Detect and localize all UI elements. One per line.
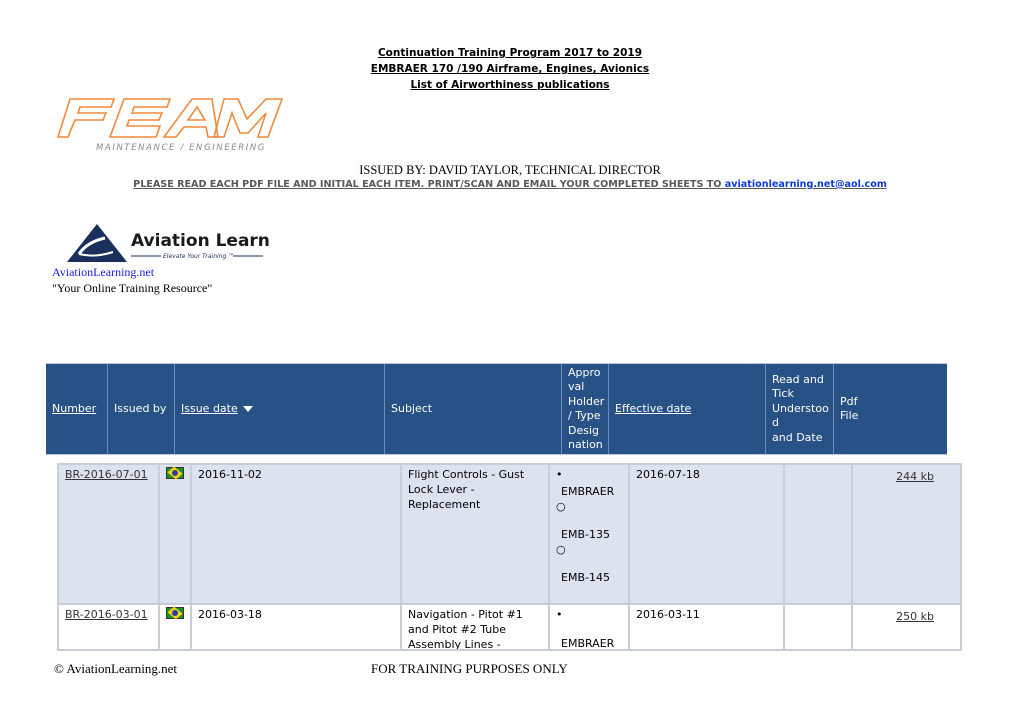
cell-issue-date: 2016-11-02 xyxy=(192,465,402,603)
column-header-effective-date[interactable]: Effective date xyxy=(609,364,766,454)
cell-approval-holder: • EMBRAER ○ EMB-135 ○ EMB-145 xyxy=(550,465,630,603)
title-line-1: Continuation Training Program 2017 to 20… xyxy=(377,47,643,59)
column-header-read-tick: Read and Tick Understoo d and Date xyxy=(766,364,834,454)
approval-holder-name: EMBRAER xyxy=(561,485,615,498)
table-row: BR-2016-07-01 2016-11-02 Flight Controls… xyxy=(59,465,960,605)
bullet-icon: • xyxy=(556,608,563,621)
cell-read-tick[interactable] xyxy=(785,465,853,603)
logo-wordmark: Aviation Learning xyxy=(131,231,270,251)
approval-holder-name: EMBRAER xyxy=(561,637,615,650)
bullet-icon: • xyxy=(556,468,563,481)
table-row: BR-2016-03-01 2016-03-18 Navigation - Pi… xyxy=(59,605,960,650)
cell-read-tick[interactable] xyxy=(785,605,853,649)
cell-pdf: 250 kb xyxy=(853,605,960,649)
cell-effective-date: 2016-03-11 xyxy=(630,605,785,649)
aviationlearning-tagline: "Your Online Training Resource" xyxy=(52,281,213,295)
email-link[interactable]: aviationlearning.net@aol.com xyxy=(725,179,887,190)
cell-issued-by xyxy=(160,605,192,649)
cell-number: BR-2016-07-01 xyxy=(59,465,160,603)
sub-bullet-icon: ○ xyxy=(556,500,566,513)
publication-number-link[interactable]: BR-2016-07-01 xyxy=(65,468,148,481)
column-header-issued-by: Issued by xyxy=(108,364,175,454)
cell-subject: Flight Controls - Gust Lock Lever - Repl… xyxy=(402,465,550,603)
sort-descending-icon[interactable] xyxy=(242,406,253,412)
feam-tagline: MAINTENANCE / ENGINEERING xyxy=(96,143,266,153)
cell-approval-holder: • EMBRAER xyxy=(550,605,630,650)
pdf-file-link[interactable]: 244 kb xyxy=(896,469,934,484)
column-header-number[interactable]: Number xyxy=(46,364,108,454)
cell-issued-by xyxy=(160,465,192,603)
pdf-file-link[interactable]: 250 kb xyxy=(896,609,934,624)
logo-tagline: Elevate Your Training ™ xyxy=(163,253,234,260)
aviationlearning-link[interactable]: AviationLearning.net xyxy=(52,265,154,280)
cell-issue-date: 2016-03-18 xyxy=(192,605,402,649)
instruction-body: PLEASE READ EACH PDF FILE AND INITIAL EA… xyxy=(133,179,725,190)
column-header-approval-holder: Appro val Holder / Type Desig nation xyxy=(562,364,609,454)
cell-number: BR-2016-03-01 xyxy=(59,605,160,649)
type-designation: EMB-135 xyxy=(561,528,610,541)
title-line-3: List of Airworthiness publications xyxy=(410,79,610,91)
column-header-subject: Subject xyxy=(385,364,562,454)
publication-number-link[interactable]: BR-2016-03-01 xyxy=(65,608,148,621)
brazil-flag-icon xyxy=(166,467,184,479)
table-header: Number Issued by Issue date Subject Appr… xyxy=(46,363,947,455)
title-line-2: EMBRAER 170 /190 Airframe, Engines, Avio… xyxy=(370,63,650,75)
cell-effective-date: 2016-07-18 xyxy=(630,465,785,603)
column-header-pdf-file: Pdf File xyxy=(840,394,859,423)
footer-copyright: © AviationLearning.net xyxy=(54,661,177,676)
column-header-issue-date[interactable]: Issue date xyxy=(175,364,385,454)
footer-notice: FOR TRAINING PURPOSES ONLY xyxy=(371,661,568,676)
feam-logo-letters xyxy=(56,98,284,138)
document-title: Continuation Training Program 2017 to 20… xyxy=(300,45,720,93)
issued-by: ISSUED BY: DAVID TAYLOR, TECHNICAL DIREC… xyxy=(359,163,661,177)
cell-pdf: 244 kb xyxy=(853,465,960,603)
type-designation: EMB-145 xyxy=(561,571,610,584)
cell-subject: Navigation - Pitot #1 and Pitot #2 Tube … xyxy=(402,605,550,649)
brazil-flag-icon xyxy=(166,607,184,619)
aviation-learning-logo: Aviation Learning Elevate Your Training … xyxy=(67,224,270,262)
sub-bullet-icon: ○ xyxy=(556,543,566,556)
publications-table: BR-2016-07-01 2016-11-02 Flight Controls… xyxy=(57,463,962,651)
instruction-text: PLEASE READ EACH PDF FILE AND INITIAL EA… xyxy=(0,179,1020,190)
